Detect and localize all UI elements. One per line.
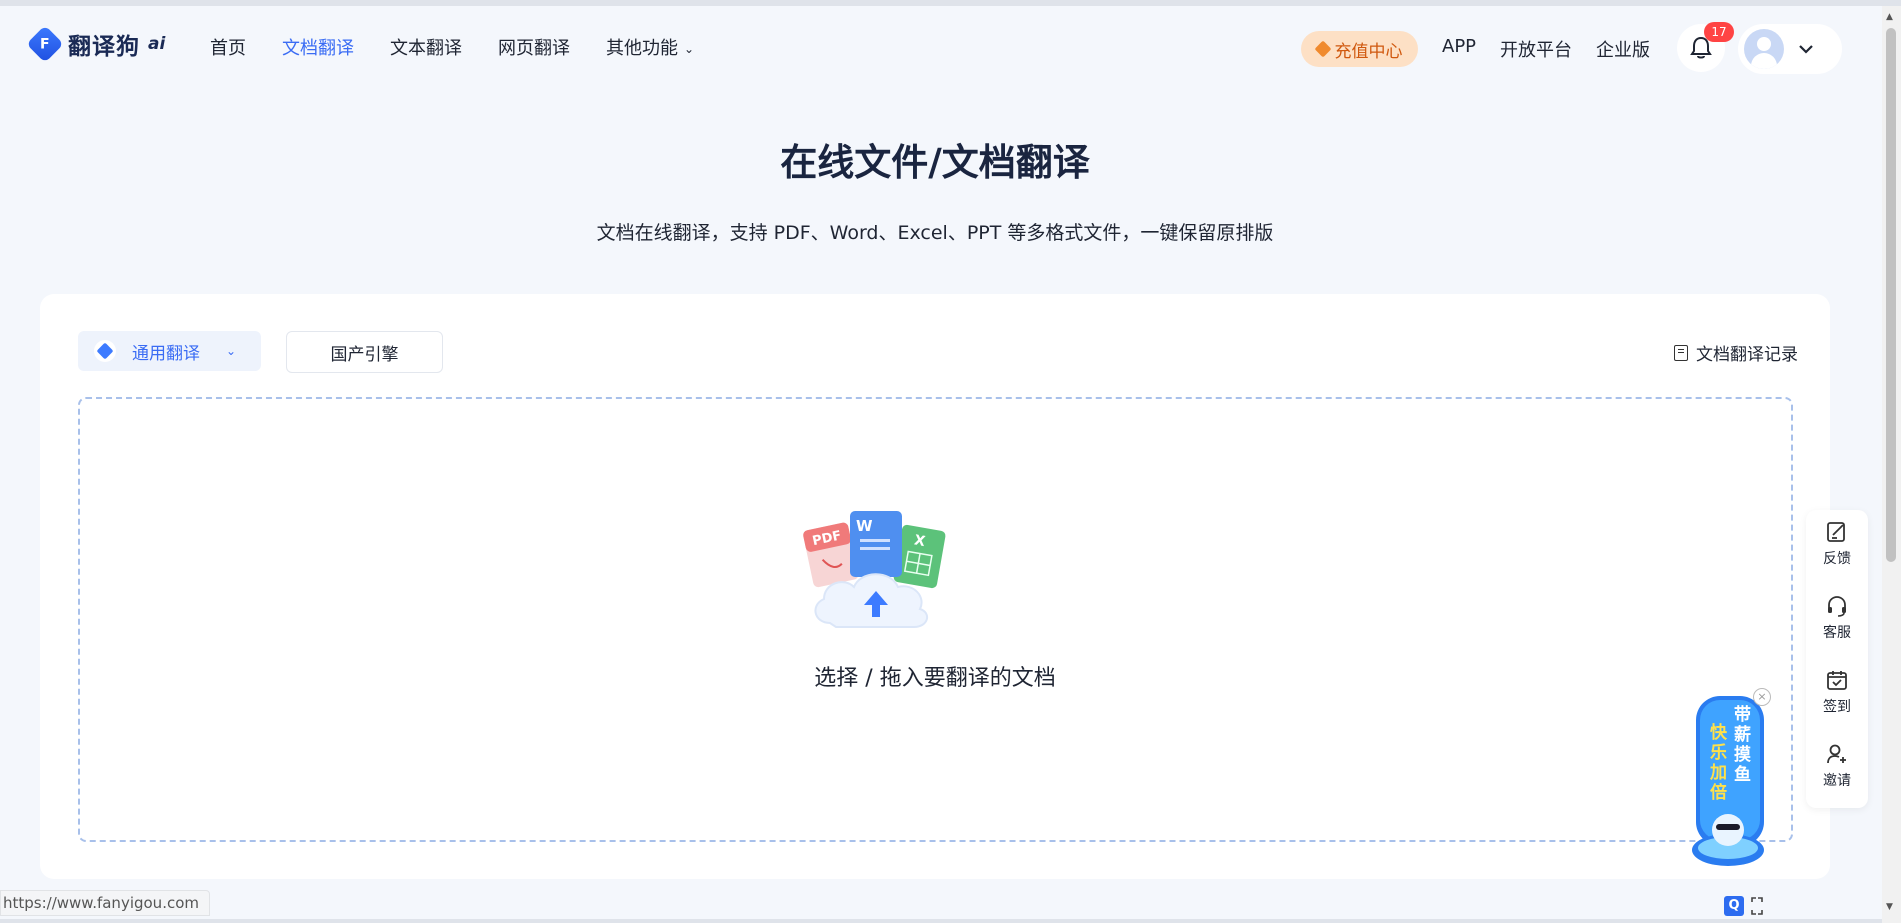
feedback-label: 反馈 [1823,551,1851,567]
nav-other-features[interactable]: 其他功能 ⌄ [606,34,694,60]
logo-mark-icon: F [26,25,64,63]
upload-cloud-icon[interactable]: PDF X W [796,505,956,645]
customer-service-button[interactable]: 客服 [1806,594,1868,642]
app-link[interactable]: APP [1442,36,1476,62]
checkin-label: 签到 [1823,699,1851,715]
nav-text-translate[interactable]: 文本翻译 [390,34,462,60]
promo-line1: 带薪摸鱼 [1734,704,1751,785]
add-user-icon [1827,744,1846,764]
word-badge: W [856,517,873,535]
q-app-icon[interactable]: Q [1724,896,1744,916]
engine-logo-icon [94,340,116,362]
notification-badge: 17 [1704,22,1734,42]
feedback-button[interactable]: 反馈 [1806,520,1868,568]
main-nav: 首页 文档翻译 文本翻译 网页翻译 其他功能 ⌄ [210,34,730,60]
user-menu[interactable] [1738,24,1842,74]
site-logo[interactable]: F 翻译狗 ai [26,25,166,63]
top-header: F 翻译狗 ai 首页 文档翻译 文本翻译 网页翻译 其他功能 ⌄ 充值中心 AP… [0,6,1882,78]
scrollbar-thumb[interactable] [1886,28,1896,562]
translate-records-link[interactable]: 文档翻译记录 [1674,340,1798,365]
recharge-button[interactable]: 充值中心 [1301,31,1418,67]
nav-document-translate[interactable]: 文档翻译 [282,34,354,60]
feedback-icon [1827,522,1845,542]
calendar-check-icon [1827,671,1847,690]
domestic-engine-button[interactable]: 国产引擎 [286,331,443,373]
enterprise-link[interactable]: 企业版 [1596,36,1650,62]
browser-bottom-edge [0,919,1882,923]
open-platform-link[interactable]: 开放平台 [1500,36,1572,62]
side-toolbar: 反馈 客服 签到 邀请 [1806,510,1868,808]
diamond-icon [1314,40,1331,58]
expand-icon[interactable] [1750,896,1764,916]
recharge-label: 充值中心 [1334,41,1403,62]
nav-home[interactable]: 首页 [210,34,246,60]
records-label: 文档翻译记录 [1696,345,1798,365]
engine-select[interactable]: 通用翻译 ⌄ [78,331,261,371]
invite-label: 邀请 [1823,773,1851,789]
page-title: 在线文件/文档翻译 [780,141,1090,184]
invite-button[interactable]: 邀请 [1806,742,1868,790]
scroll-up-icon[interactable]: ▲ [1886,12,1893,22]
promo-line2: 快乐加倍 [1709,722,1728,803]
scroll-down-icon[interactable]: ▼ [1886,902,1893,912]
engine-label: 通用翻译 [132,343,200,364]
promo-close-icon[interactable]: × [1753,688,1771,706]
bottom-tray: Q [1724,896,1764,916]
avatar [1744,29,1784,69]
logo-text: 翻译狗 [68,34,140,60]
header-links: APP 开放平台 企业版 [1442,36,1674,62]
status-bar-url: https://www.fanyigou.com [0,890,210,916]
chevron-down-icon: ⌄ [684,42,695,56]
page-subtitle: 文档在线翻译，支持 PDF、Word、Excel、PPT 等多格式文件，一键保留… [596,222,1274,244]
checkin-button[interactable]: 签到 [1806,668,1868,716]
drop-zone-label: 选择 / 拖入要翻译的文档 [814,666,1056,691]
chevron-down-icon [1799,45,1813,54]
customer-service-label: 客服 [1823,625,1851,641]
nav-other-features-label: 其他功能 [606,38,678,59]
chevron-down-icon: ⌄ [226,344,237,358]
nav-web-translate[interactable]: 网页翻译 [498,34,570,60]
document-icon [1674,344,1688,361]
headset-icon [1828,596,1846,617]
logo-ai-text: ai [148,34,166,54]
promo-float-banner[interactable]: 带薪摸鱼 快乐加倍 [1680,690,1770,875]
